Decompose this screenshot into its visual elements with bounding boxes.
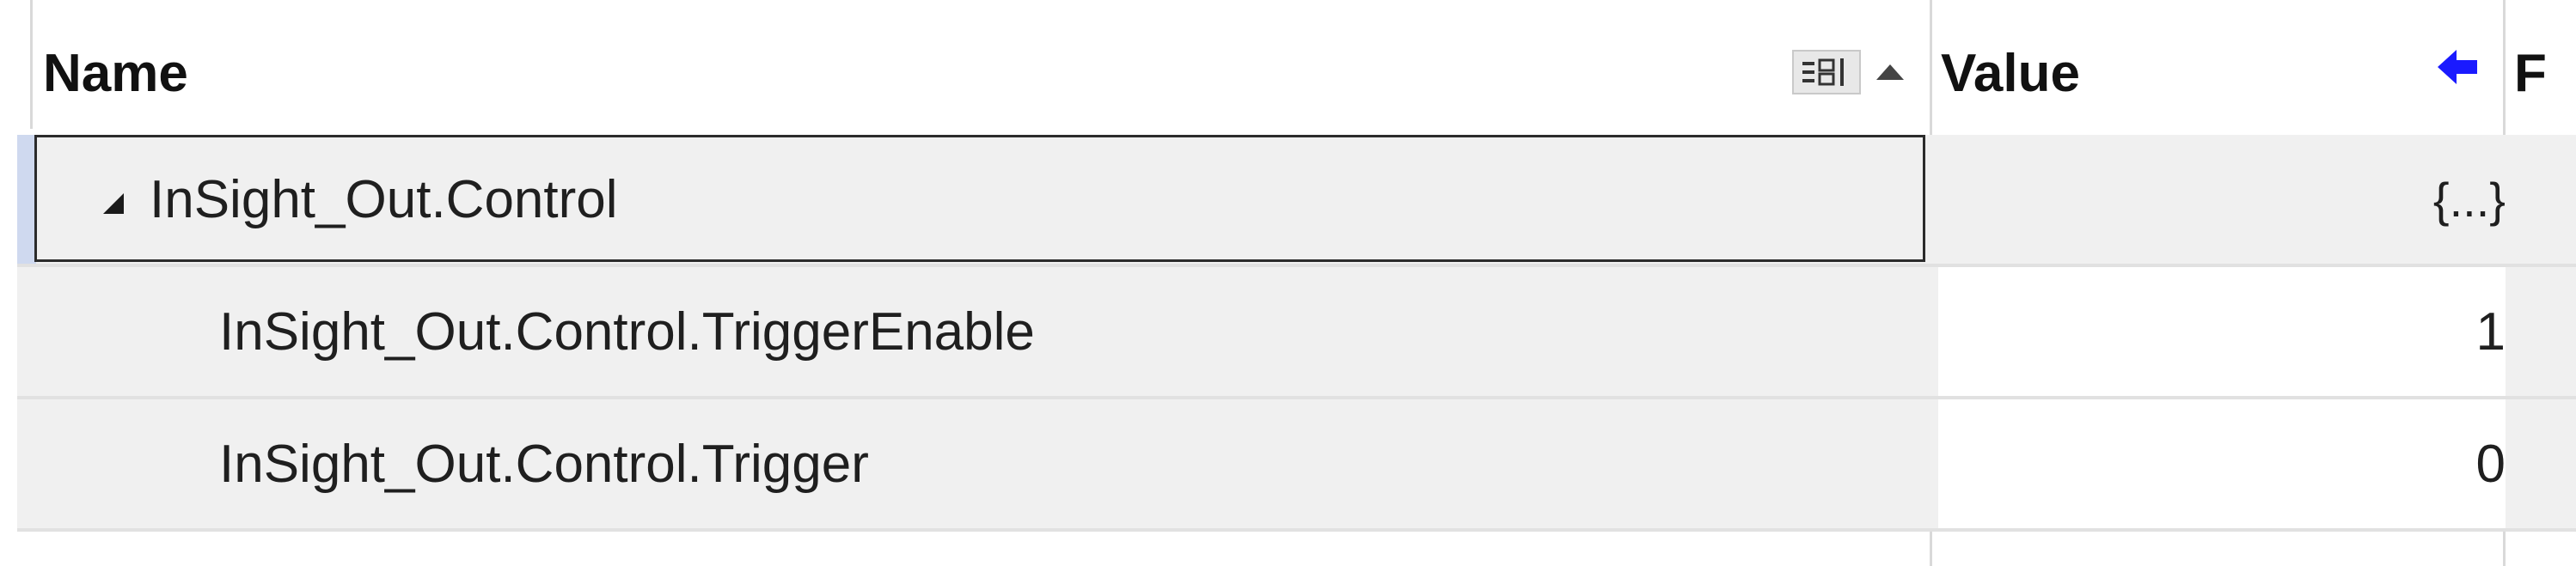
column-header-value-label: Value <box>1941 43 2080 103</box>
selection-indicator <box>17 135 36 264</box>
table-row[interactable]: InSight_Out.Control.TriggerEnable 1 <box>17 267 2576 396</box>
sort-ascending-icon[interactable] <box>1876 64 1904 80</box>
column-chooser-icon[interactable] <box>1792 50 1861 94</box>
tag-grid: Name Value F InSight_Out.Control {...} I… <box>0 0 2576 566</box>
row-value: {...} <box>2432 172 2506 227</box>
name-cell[interactable]: InSight_Out.Control.TriggerEnable <box>219 267 1921 396</box>
name-cell[interactable]: InSight_Out.Control.Trigger <box>219 399 1921 528</box>
value-cell[interactable]: 0 <box>1938 399 2506 528</box>
row-name: InSight_Out.Control.Trigger <box>219 434 869 494</box>
value-cell[interactable]: {...} <box>1938 135 2506 264</box>
selection-outline <box>34 135 1925 262</box>
name-column-tools <box>1792 50 1904 94</box>
table-row[interactable]: InSight_Out.Control.Trigger 0 <box>17 399 2576 528</box>
value-cell[interactable]: 1 <box>1938 267 2506 396</box>
grid-left-border <box>30 0 33 129</box>
column-header-format-label: F <box>2514 43 2547 103</box>
column-header-name-label: Name <box>43 43 188 103</box>
row-value: 1 <box>2475 301 2506 362</box>
row-value: 0 <box>2475 434 2506 494</box>
row-divider <box>17 528 2576 532</box>
column-header-format[interactable]: F <box>2514 17 2576 129</box>
row-name: InSight_Out.Control.TriggerEnable <box>219 301 1035 362</box>
column-header-name[interactable]: Name <box>43 17 1891 129</box>
arrow-left-icon[interactable] <box>2438 50 2481 84</box>
